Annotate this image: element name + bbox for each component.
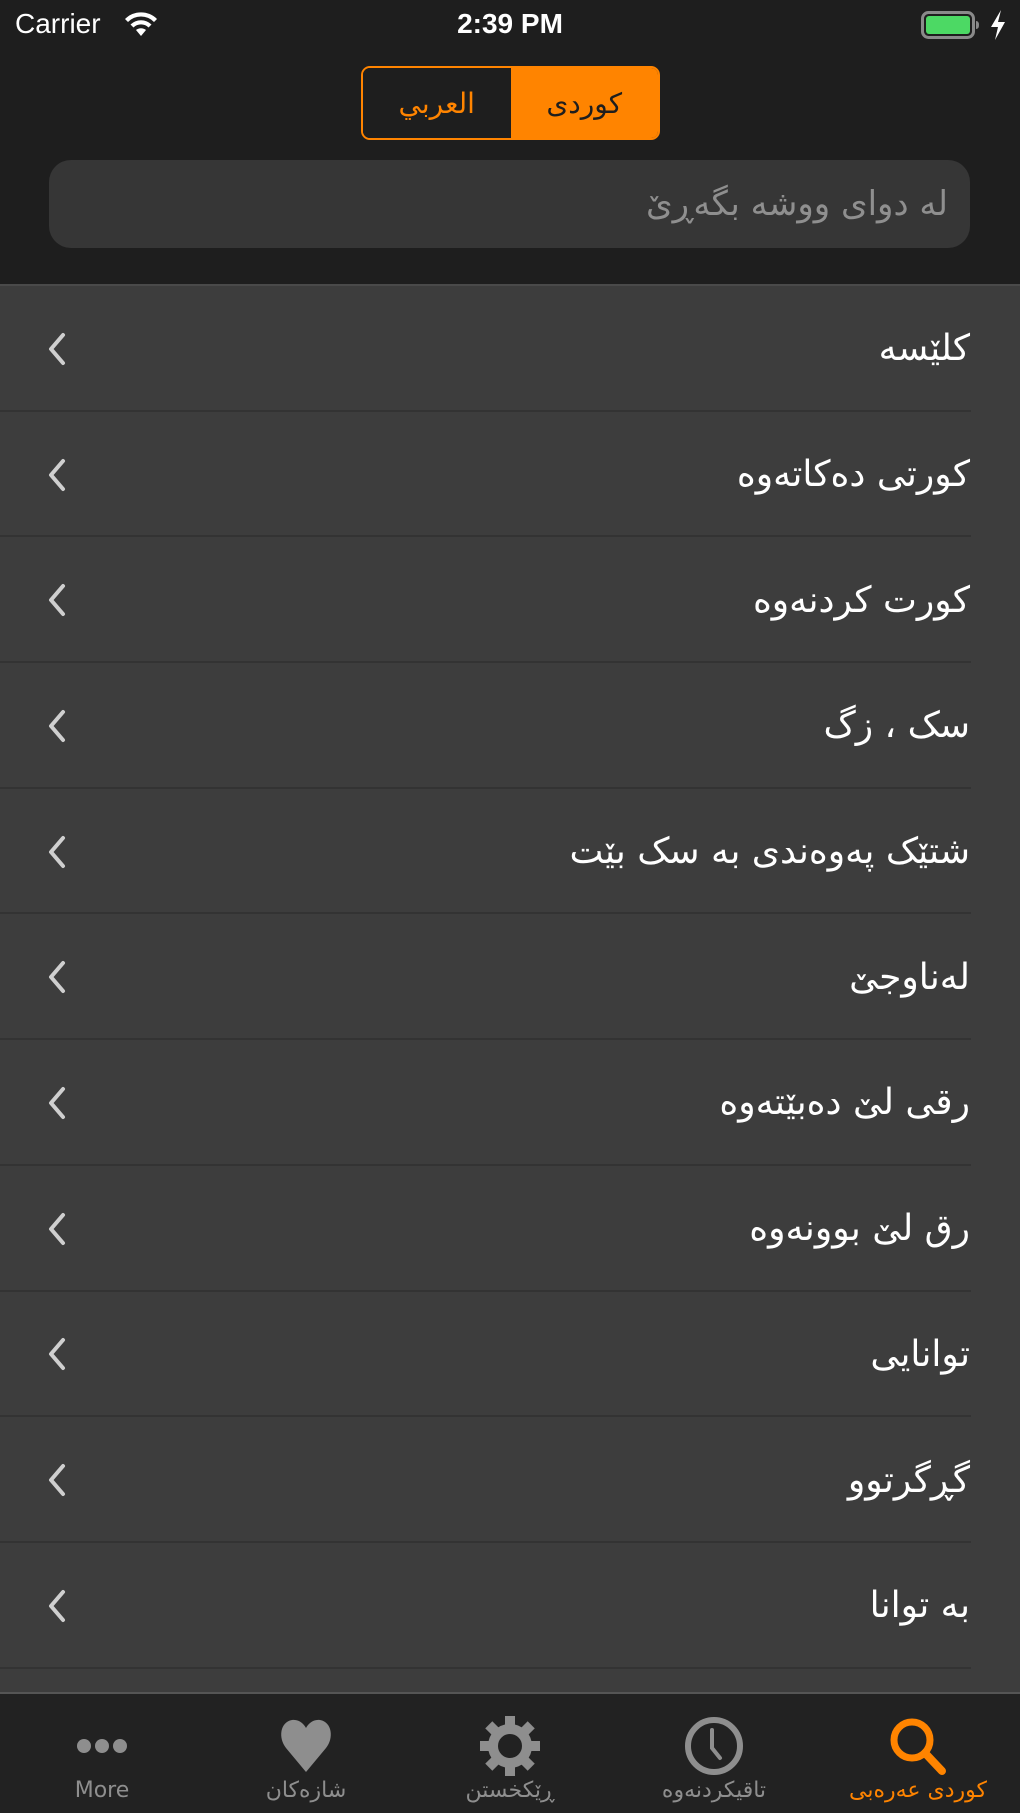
tab-label: کوردی عەرەبی	[848, 1778, 987, 1803]
language-segmented-control: العربي كوردی	[361, 66, 660, 140]
tab-quiz[interactable]: تاقیکردنەوە	[612, 1694, 816, 1813]
chevron-left-icon	[49, 961, 65, 994]
list-item-label: کورت کردنەوە	[752, 579, 970, 621]
tab-label: تاقیکردنەوە	[661, 1778, 767, 1803]
tab-label: شازەکان	[265, 1778, 347, 1803]
chevron-left-icon	[49, 1338, 65, 1371]
results-list: کلێسه کورتی دەکاتەوە کورت کردنەوە سک ، ز…	[0, 284, 1020, 1692]
tab-more[interactable]: More	[0, 1694, 204, 1813]
list-item[interactable]: لەناوجێ	[0, 914, 1020, 1040]
segment-kurdish[interactable]: كوردی	[510, 68, 658, 138]
list-item[interactable]: کورتی دەکاتەوە	[0, 412, 1020, 538]
more-dots-icon	[70, 1714, 134, 1778]
list-item-label: شتێک پەوەندی به سک بێت	[569, 831, 970, 873]
clock-time: 2:39 PM	[457, 8, 563, 39]
segment-arabic[interactable]: العربي	[363, 68, 511, 138]
list-item-label: رق لێ بوونەوە	[749, 1208, 970, 1250]
tab-label: More	[74, 1778, 130, 1803]
list-item[interactable]: سک ، زگ	[0, 663, 1020, 789]
chevron-left-icon	[49, 458, 65, 491]
chevron-left-icon	[49, 332, 65, 365]
status-bar: Carrier 2:39 PM	[0, 0, 1020, 52]
chevron-left-icon	[49, 835, 65, 868]
list-item[interactable]: کورت کردنەوە	[0, 537, 1020, 663]
chevron-left-icon	[49, 1212, 65, 1245]
search-icon	[886, 1714, 950, 1778]
list-item[interactable]: توانایی	[0, 1292, 1020, 1418]
tab-favorites[interactable]: شازەکان	[204, 1694, 408, 1813]
list-item[interactable]: کلێسه	[0, 286, 1020, 412]
search-field-container	[49, 160, 970, 248]
list-item[interactable]: به توانا	[0, 1543, 1020, 1669]
list-item-label: توانایی	[870, 1333, 970, 1375]
chevron-left-icon	[49, 1086, 65, 1119]
list-item[interactable]: رق لێ بوونەوە	[0, 1166, 1020, 1292]
list-item-label: به توانا	[869, 1585, 970, 1627]
tab-label: ڕێکخستن	[465, 1778, 555, 1803]
list-item-label: کلێسه	[878, 328, 970, 370]
chevron-left-icon	[49, 1589, 65, 1622]
list-item[interactable]: گڕگرتوو	[0, 1417, 1020, 1543]
gear-icon	[478, 1714, 542, 1778]
list-item-label: کورتی دەکاتەوە	[736, 454, 970, 496]
tab-settings[interactable]: ڕێکخستن	[408, 1694, 612, 1813]
chevron-left-icon	[49, 584, 65, 617]
chevron-left-icon	[49, 1464, 65, 1497]
tab-search[interactable]: کوردی عەرەبی	[816, 1694, 1020, 1813]
heart-icon	[274, 1714, 338, 1778]
clock-icon	[682, 1714, 746, 1778]
charging-bolt-icon	[991, 10, 1005, 40]
list-item-label: سک ، زگ	[823, 705, 971, 747]
chevron-left-icon	[49, 709, 65, 742]
search-input[interactable]	[49, 160, 948, 248]
tab-bar: More شازەکان ڕێکخستن تاقیکردنەوە کوردی ع…	[0, 1692, 1020, 1813]
list-item[interactable]: رقی لێ دەبێتەوە	[0, 1040, 1020, 1166]
list-item[interactable]: شتێک پەوەندی به سک بێت	[0, 789, 1020, 915]
battery-icon	[921, 11, 979, 39]
list-item-label: لەناوجێ	[849, 956, 970, 998]
list-item-label: رقی لێ دەبێتەوە	[719, 1082, 970, 1124]
list-item-label: گڕگرتوو	[847, 1459, 970, 1501]
